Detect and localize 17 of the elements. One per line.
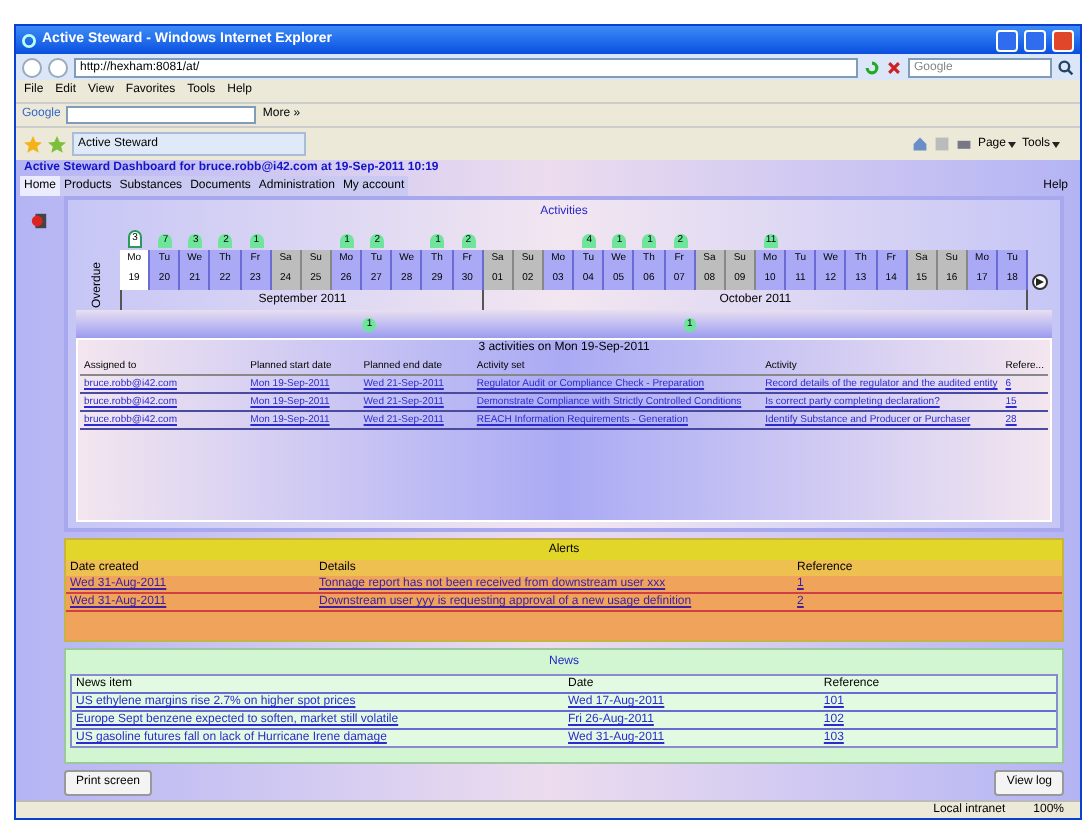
google-search-field[interactable]	[66, 106, 257, 124]
close-button[interactable]	[1052, 29, 1074, 51]
stop-icon[interactable]	[886, 59, 902, 75]
play-arrow-icon	[1036, 278, 1044, 286]
refresh-icon[interactable]	[864, 59, 880, 75]
search-icon[interactable]	[1058, 59, 1074, 75]
favorites-star-icon[interactable]	[24, 135, 42, 153]
maximize-button[interactable]	[1024, 29, 1046, 51]
minimize-button[interactable]	[996, 29, 1018, 51]
caret-icon	[1052, 141, 1060, 147]
forward-button[interactable]	[48, 57, 68, 77]
next-button[interactable]	[1032, 274, 1048, 290]
home-icon[interactable]	[911, 136, 928, 152]
caret-icon	[1007, 141, 1016, 147]
back-button[interactable]	[22, 57, 42, 77]
browser-icon	[22, 33, 36, 47]
add-favorite-icon[interactable]	[48, 135, 66, 153]
